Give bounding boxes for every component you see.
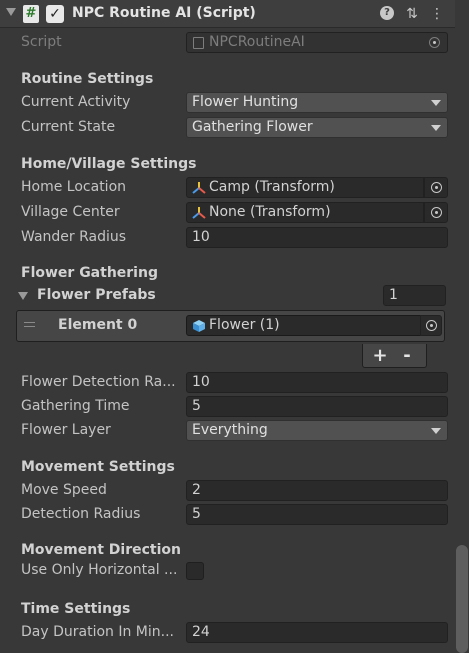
element-0-label: Element 0 [58,317,138,333]
current-state-dropdown[interactable]: Gathering Flower [186,117,448,138]
foldout-arrow-icon[interactable] [18,292,28,300]
kebab-menu-icon[interactable]: ⋮ [428,4,446,24]
village-center-picker[interactable] [424,202,448,223]
element-0-picker[interactable] [420,315,442,336]
routine-settings-header: Routine Settings [21,71,154,87]
flower-gathering-header: Flower Gathering [21,265,158,281]
village-center-field[interactable]: None (Transform) [186,202,424,223]
element-0-field[interactable]: Flower (1) [186,315,424,336]
current-activity-value: Flower Hunting [192,94,299,110]
flower-prefabs-label[interactable]: Flower Prefabs [37,287,156,303]
current-state-value: Gathering Flower [192,119,313,135]
gathering-time-input[interactable]: 5 [186,396,448,417]
wander-radius-label[interactable]: Wander Radius [21,229,126,245]
current-activity-dropdown[interactable]: Flower Hunting [186,92,448,113]
move-speed-label[interactable]: Move Speed [21,482,107,498]
dropdown-arrow-icon [431,125,441,131]
object-picker-icon [426,320,437,331]
transform-icon [192,207,206,219]
scrollbar-thumb[interactable] [456,545,468,653]
flower-detection-range-input[interactable]: 10 [186,372,448,393]
component-title: NPC Routine AI (Script) [72,5,256,21]
object-picker-icon [431,182,442,193]
home-location-field[interactable]: Camp (Transform) [186,177,424,198]
movement-direction-header: Movement Direction [21,542,181,558]
home-location-label: Home Location [21,179,127,195]
current-activity-label: Current Activity [21,94,131,110]
day-duration-input[interactable]: 24 [186,622,448,643]
script-icon: # [23,5,39,23]
drag-handle-icon[interactable] [24,322,35,327]
flower-layer-dropdown[interactable]: Everything [186,420,448,441]
object-picker-icon [431,207,442,218]
gathering-time-label[interactable]: Gathering Time [21,398,130,414]
script-field: NPCRoutineAI [186,32,448,53]
home-location-picker[interactable] [424,177,448,198]
object-picker-icon [429,37,440,48]
script-label: Script [21,34,62,50]
village-center-value: None (Transform) [209,204,331,220]
script-asset-icon [193,37,204,49]
flower-layer-label: Flower Layer [21,422,111,438]
use-only-horizontal-label: Use Only Horizontal ... [21,562,178,578]
detection-radius-label[interactable]: Detection Radius [21,506,140,522]
help-icon[interactable]: ? [380,6,394,20]
current-state-label: Current State [21,119,116,135]
flower-prefabs-size-input[interactable]: 1 [383,285,446,306]
script-field-value: NPCRoutineAI [209,34,305,50]
use-only-horizontal-checkbox[interactable] [186,562,204,580]
day-duration-label[interactable]: Day Duration In Min... [21,624,179,640]
list-add-button[interactable]: + [370,346,390,366]
flower-detection-range-label[interactable]: Flower Detection Ra... [21,374,179,390]
wander-radius-input[interactable]: 10 [186,227,448,248]
dropdown-arrow-icon [431,100,441,106]
detection-radius-input[interactable]: 5 [186,504,448,525]
move-speed-input[interactable]: 2 [186,480,448,501]
list-remove-button[interactable]: - [397,346,417,366]
element-0-value: Flower (1) [209,317,280,333]
transform-icon [192,182,206,194]
village-center-label: Village Center [21,204,120,220]
dropdown-arrow-icon [431,428,441,434]
home-location-value: Camp (Transform) [209,179,335,195]
component-enabled-checkbox[interactable]: ✓ [46,5,64,23]
flower-layer-value: Everything [192,422,268,438]
movement-settings-header: Movement Settings [21,459,175,475]
presets-icon[interactable]: ⇅ [403,4,421,24]
time-settings-header: Time Settings [21,601,131,617]
prefab-cube-icon [193,320,205,332]
foldout-arrow-icon[interactable] [6,8,16,16]
home-village-settings-header: Home/Village Settings [21,156,197,172]
